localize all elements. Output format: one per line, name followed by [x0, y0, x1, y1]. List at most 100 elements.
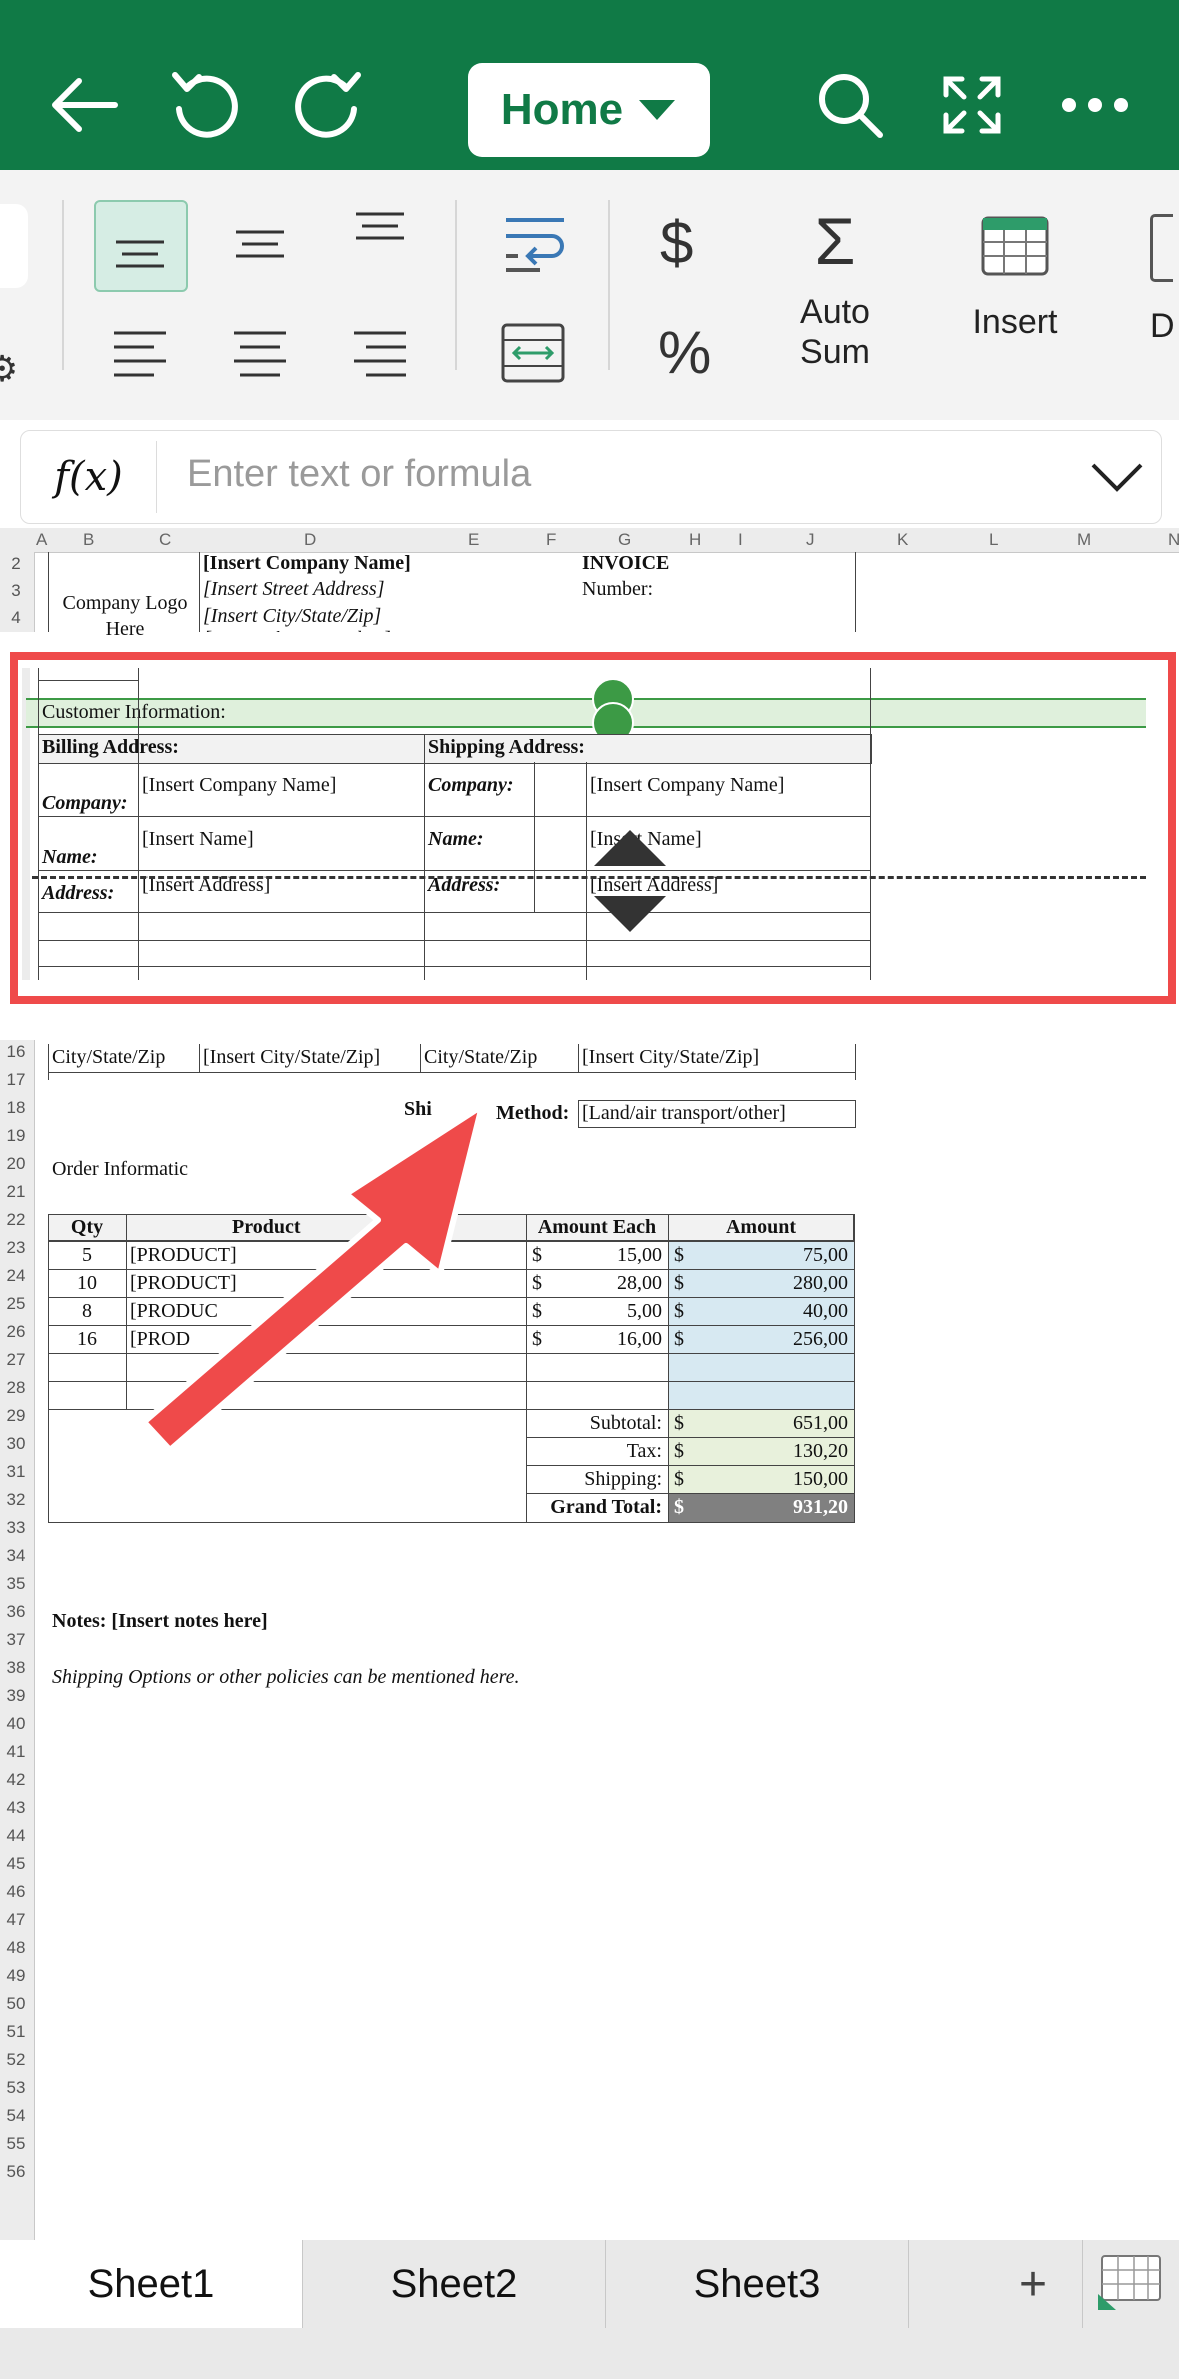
spreadsheet-grid[interactable]: A B C D E F G H I J K L M N 2 3 4 [Inser… — [0, 528, 1179, 2240]
invoice-title[interactable]: INVOICE — [582, 552, 669, 575]
shipping-company-value[interactable]: [Insert Company Name] — [590, 774, 784, 797]
row-number[interactable]: 23 — [0, 1238, 32, 1258]
item-qty[interactable]: 16 — [48, 1328, 126, 1351]
row-number[interactable]: 37 — [0, 1630, 32, 1650]
tax-label[interactable]: Tax: — [526, 1440, 662, 1463]
row-number[interactable]: 3 — [0, 581, 32, 601]
add-sheet-button[interactable]: + — [988, 2240, 1078, 2328]
shipping-value[interactable]: 150,00 — [668, 1468, 848, 1491]
formula-input[interactable]: Enter text or formula — [187, 453, 531, 496]
column-header[interactable]: I — [738, 530, 743, 550]
row-number[interactable]: 46 — [0, 1882, 32, 1902]
settings-icon[interactable]: ⚙ — [0, 348, 18, 390]
row-number[interactable]: 24 — [0, 1266, 32, 1286]
column-header[interactable]: K — [897, 530, 908, 550]
invoice-date-partial[interactable]: Invoice Date: — [582, 628, 690, 632]
tax-value[interactable]: 130,20 — [668, 1440, 848, 1463]
street-address-cell[interactable]: [Insert Street Address] — [203, 578, 384, 601]
column-header[interactable]: E — [468, 530, 479, 550]
item-each[interactable]: 16,00 — [526, 1328, 662, 1351]
column-header[interactable]: H — [689, 530, 701, 550]
notes-text[interactable]: Shipping Options or other policies can b… — [52, 1666, 520, 1689]
qty-header[interactable]: Qty — [48, 1216, 126, 1239]
shipping-name-label[interactable]: Name: — [428, 828, 484, 851]
row-number[interactable]: 4 — [0, 608, 32, 628]
fullscreen-icon[interactable] — [932, 65, 1012, 145]
row-number[interactable]: 39 — [0, 1686, 32, 1706]
item-qty[interactable]: 5 — [48, 1244, 126, 1267]
keyboard-grid-icon[interactable] — [1096, 2254, 1164, 2312]
row-number[interactable]: 41 — [0, 1742, 32, 1762]
row-number[interactable]: 17 — [0, 1070, 32, 1090]
row-number[interactable]: 55 — [0, 2134, 32, 2154]
row-number[interactable]: 43 — [0, 1798, 32, 1818]
billing-company-label[interactable]: Company: — [42, 792, 128, 815]
row-number[interactable]: 18 — [0, 1098, 32, 1118]
row-number[interactable]: 32 — [0, 1490, 32, 1510]
billing-city-value[interactable]: [Insert City/State/Zip] — [203, 1046, 380, 1069]
billing-company-value[interactable]: [Insert Company Name] — [142, 774, 336, 797]
partial-control[interactable] — [0, 204, 28, 288]
billing-name-label[interactable]: Name: — [42, 846, 98, 869]
search-icon[interactable] — [810, 65, 890, 145]
row-number[interactable]: 36 — [0, 1602, 32, 1622]
align-left-icon[interactable] — [110, 325, 170, 385]
chevron-down-icon[interactable] — [1089, 457, 1145, 497]
row-number[interactable]: 49 — [0, 1966, 32, 1986]
align-middle-icon[interactable] — [230, 220, 290, 270]
row-number[interactable]: 19 — [0, 1126, 32, 1146]
delete-button[interactable]: D — [1150, 214, 1179, 346]
item-each[interactable]: 5,00 — [526, 1300, 662, 1323]
row-number[interactable]: 34 — [0, 1546, 32, 1566]
row-number[interactable]: 38 — [0, 1658, 32, 1678]
shipping-method-label[interactable]: Method: — [496, 1102, 569, 1125]
shipping-label[interactable]: Shipping: — [526, 1468, 662, 1491]
currency-format-button[interactable]: $ — [660, 208, 693, 277]
shipping-city-value[interactable]: [Insert City/State/Zip] — [582, 1046, 759, 1069]
tab-sheet2[interactable]: Sheet2 — [303, 2240, 605, 2328]
row-number[interactable]: 35 — [0, 1574, 32, 1594]
row-number[interactable]: 54 — [0, 2106, 32, 2126]
shipping-city-label[interactable]: City/State/Zip — [424, 1046, 537, 1069]
function-button[interactable]: f(x) — [21, 431, 156, 523]
item-amount[interactable]: 40,00 — [668, 1300, 848, 1323]
row-number[interactable]: 26 — [0, 1322, 32, 1342]
billing-name-value[interactable]: [Insert Name] — [142, 828, 254, 851]
tab-sheet1[interactable]: Sheet1 — [0, 2240, 302, 2328]
notes-title[interactable]: Notes: [Insert notes here] — [52, 1610, 268, 1633]
align-right-icon[interactable] — [350, 325, 410, 385]
redo-icon[interactable] — [288, 65, 368, 145]
column-header[interactable]: L — [989, 530, 998, 550]
row-number[interactable]: 16 — [0, 1042, 32, 1062]
column-header[interactable]: C — [159, 530, 171, 550]
percent-format-button[interactable]: % — [658, 318, 711, 387]
grand-total-value[interactable]: 931,20 — [668, 1496, 848, 1519]
row-number[interactable]: 33 — [0, 1518, 32, 1538]
shipping-method-value[interactable]: [Land/air transport/other] — [582, 1102, 786, 1125]
column-header[interactable]: G — [618, 530, 631, 550]
back-arrow-icon[interactable] — [45, 65, 125, 145]
item-amount[interactable]: 280,00 — [668, 1272, 848, 1295]
more-options-icon[interactable] — [1055, 65, 1135, 145]
autosum-button[interactable]: Σ Auto Sum — [780, 208, 890, 372]
amount-each-header[interactable]: Amount Each — [526, 1216, 668, 1239]
drag-selection[interactable]: Customer Information: Billing Address: S… — [22, 668, 1148, 980]
row-number[interactable]: 40 — [0, 1714, 32, 1734]
billing-address-field-label[interactable]: Address: — [42, 882, 114, 905]
merge-cells-icon[interactable] — [500, 322, 566, 384]
row-number[interactable]: 52 — [0, 2050, 32, 2070]
column-header[interactable]: A — [36, 530, 47, 550]
row-number[interactable]: 31 — [0, 1462, 32, 1482]
item-qty[interactable]: 10 — [48, 1272, 126, 1295]
row-number[interactable]: 47 — [0, 1910, 32, 1930]
row-number[interactable]: 21 — [0, 1182, 32, 1202]
column-header[interactable]: M — [1077, 530, 1091, 550]
row-number[interactable]: 51 — [0, 2022, 32, 2042]
align-top-icon[interactable] — [350, 210, 410, 260]
grand-total-label[interactable]: Grand Total: — [526, 1496, 662, 1519]
row-number[interactable]: 2 — [0, 554, 32, 574]
row-number[interactable]: 53 — [0, 2078, 32, 2098]
subtotal-label[interactable]: Subtotal: — [526, 1412, 662, 1435]
row-number[interactable]: 28 — [0, 1378, 32, 1398]
item-each[interactable]: 28,00 — [526, 1272, 662, 1295]
